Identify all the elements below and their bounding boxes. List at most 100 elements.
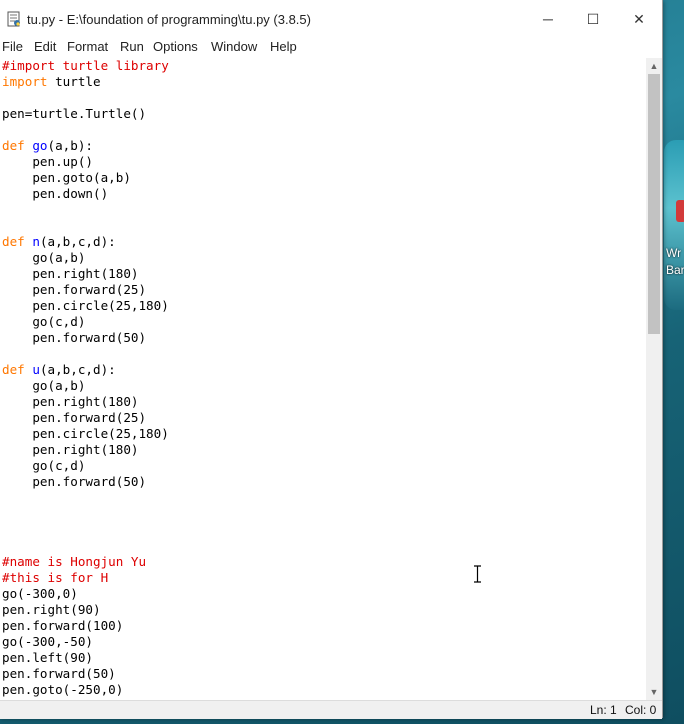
code-line[interactable]: pen.goto(a,b) [2, 170, 131, 186]
line-indicator: Ln: 1 [590, 703, 617, 717]
code-text: pen.right(180) [2, 442, 139, 457]
code-editor[interactable]: #import turtle library import turtle pen=t… [0, 58, 646, 700]
vertical-scrollbar[interactable]: ▲ ▼ [646, 58, 662, 700]
close-icon: ✕ [633, 10, 645, 27]
code-line[interactable]: def n(a,b,c,d): [2, 234, 116, 250]
code-text: pen.right(90) [2, 602, 101, 617]
menu-bar: File Edit Format Run Options Window Help [0, 38, 662, 59]
code-comment: #name is Hongjun Yu [2, 554, 147, 569]
code-line[interactable]: go(a,b) [2, 378, 85, 394]
maximize-icon: ☐ [586, 10, 600, 27]
code-line[interactable]: go(c,d) [2, 314, 85, 330]
code-line[interactable]: pen.forward(50) [2, 330, 146, 346]
code-line[interactable]: pen.right(180) [2, 442, 138, 458]
code-text: go(a,b) [2, 250, 86, 265]
code-text: pen.goto(-250,0) [2, 682, 124, 697]
code-function-name: u [32, 362, 40, 377]
code-line[interactable]: #this is for H [2, 570, 108, 586]
code-text: pen.circle(25,180) [2, 298, 169, 313]
code-text: go(-300,0) [2, 586, 78, 601]
minimize-icon: ─ [543, 11, 553, 27]
title-bar[interactable]: tu.py - E:\foundation of programming\tu.… [0, 0, 662, 38]
code-text: go(c,d) [2, 314, 86, 329]
code-text: pen.right(180) [2, 266, 139, 281]
code-line[interactable]: pen.right(90) [2, 602, 101, 618]
code-line[interactable]: pen.forward(50) [2, 474, 146, 490]
desktop-icon-accent [676, 200, 684, 222]
menu-help[interactable]: Help [270, 39, 297, 54]
code-line[interactable]: pen.circle(25,180) [2, 298, 169, 314]
code-text: pen.left(90) [2, 650, 93, 665]
code-text: pen.goto(a,b) [2, 170, 131, 185]
code-text: pen.forward(50) [2, 474, 147, 489]
code-text: go(c,d) [2, 458, 86, 473]
close-button[interactable]: ✕ [616, 0, 662, 38]
code-text: pen.up() [2, 154, 93, 169]
code-line[interactable]: pen.right(180) [2, 394, 138, 410]
code-line[interactable]: go(-300,0) [2, 586, 78, 602]
code-line[interactable]: pen=turtle.Turtle() [2, 106, 146, 122]
minimize-button[interactable]: ─ [525, 0, 571, 38]
code-text: pen.down() [2, 186, 109, 201]
code-function-name: go [32, 138, 48, 153]
code-line[interactable]: pen.right(180) [2, 266, 138, 282]
code-line[interactable]: pen.up() [2, 154, 93, 170]
code-keyword: def [2, 234, 25, 249]
scroll-up-icon[interactable]: ▲ [646, 58, 662, 74]
menu-run[interactable]: Run [120, 39, 144, 54]
code-keyword: def [2, 138, 25, 153]
code-line[interactable]: pen.goto(-250,0) [2, 682, 123, 698]
code-line[interactable]: #name is Hongjun Yu [2, 554, 146, 570]
status-bar: Ln: 1 Col: 0 [0, 700, 662, 719]
code-text: pen.forward(25) [2, 410, 147, 425]
scrollbar-thumb[interactable] [648, 74, 660, 334]
code-line[interactable]: pen.forward(25) [2, 282, 146, 298]
code-line[interactable]: go(a,b) [2, 250, 85, 266]
code-text: go(-300,-50) [2, 634, 93, 649]
code-line[interactable]: pen.forward(25) [2, 410, 146, 426]
code-function-name: n [32, 234, 40, 249]
maximize-button[interactable]: ☐ [570, 0, 616, 38]
code-comment: #this is for H [2, 570, 109, 585]
text-cursor-icon [474, 565, 481, 583]
code-text: (a,b): [47, 138, 94, 153]
code-line[interactable]: pen.down() [2, 186, 108, 202]
code-text: go(a,b) [2, 378, 86, 393]
code-keyword: import [2, 74, 48, 89]
code-text: pen.forward(100) [2, 618, 124, 633]
code-line[interactable]: #import turtle library [2, 58, 169, 74]
menu-window[interactable]: Window [211, 39, 257, 54]
code-text: (a,b,c,d): [39, 234, 116, 249]
code-line[interactable]: pen.left(90) [2, 650, 93, 666]
menu-file[interactable]: File [2, 39, 23, 54]
column-indicator: Col: 0 [625, 703, 657, 717]
code-text: pen.forward(25) [2, 282, 147, 297]
code-text: pen.circle(25,180) [2, 426, 169, 441]
code-line[interactable]: go(-300,-50) [2, 634, 93, 650]
menu-options[interactable]: Options [153, 39, 198, 54]
code-text: pen=turtle.Turtle() [2, 106, 147, 121]
code-text: pen.forward(50) [2, 666, 116, 681]
code-line[interactable]: def go(a,b): [2, 138, 93, 154]
code-text: (a,b,c,d): [39, 362, 116, 377]
code-line[interactable]: def u(a,b,c,d): [2, 362, 116, 378]
code-text: pen.right(180) [2, 394, 139, 409]
desktop-icon-image[interactable] [664, 140, 684, 310]
code-line[interactable]: pen.circle(25,180) [2, 426, 169, 442]
code-keyword: def [2, 362, 25, 377]
menu-format[interactable]: Format [67, 39, 108, 54]
code-line[interactable]: pen.forward(50) [2, 666, 116, 682]
code-line[interactable]: import turtle [2, 74, 101, 90]
idle-editor-window: tu.py - E:\foundation of programming\tu.… [0, 0, 663, 719]
scroll-down-icon[interactable]: ▼ [646, 684, 662, 700]
code-text: pen.forward(50) [2, 330, 147, 345]
code-comment: #import turtle library [2, 58, 169, 73]
python-file-icon [7, 11, 20, 27]
window-title: tu.py - E:\foundation of programming\tu.… [27, 12, 311, 27]
menu-edit[interactable]: Edit [34, 39, 56, 54]
desktop-icon-label-1[interactable]: Wr [666, 246, 681, 260]
code-line[interactable]: go(c,d) [2, 458, 85, 474]
code-text: turtle [47, 74, 101, 89]
code-line[interactable]: pen.forward(100) [2, 618, 123, 634]
desktop-icon-label-2[interactable]: Bar [666, 263, 684, 277]
